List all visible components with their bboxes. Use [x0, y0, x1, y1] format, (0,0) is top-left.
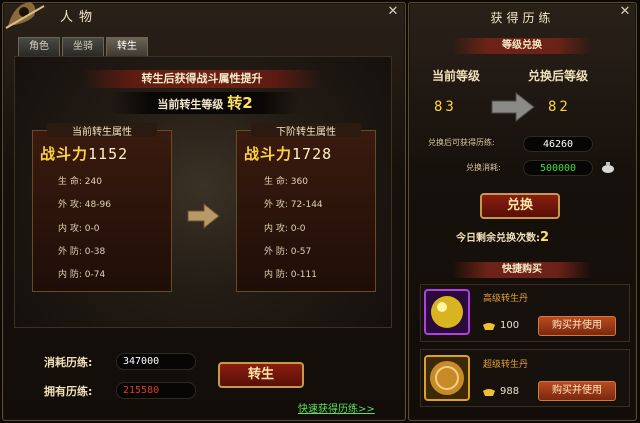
- stat-label: 内 防: [264, 270, 285, 280]
- stat-row: 外 攻: 48-96: [58, 197, 111, 210]
- gold-ingot-icon: [483, 389, 495, 396]
- quick-gain-link[interactable]: 快速获得历练>>: [298, 400, 375, 415]
- stat-row: 外 防: 0-38: [58, 244, 105, 257]
- stat-value: 0-57: [290, 247, 312, 257]
- after-level-value: 82: [548, 99, 571, 115]
- stat-value: 240: [84, 177, 102, 187]
- remaining-row: 今日剩余兑换次数:2: [456, 229, 549, 245]
- after-level-label: 兑换后等级: [528, 69, 589, 83]
- stat-label: 生 命: [58, 177, 79, 187]
- current-level-label: 当前等级: [432, 69, 481, 83]
- stat-row: 内 攻: 0-0: [264, 221, 305, 234]
- next-power: 战斗力1728: [244, 143, 332, 164]
- stat-value: 360: [290, 177, 308, 187]
- cost-value: 347000: [116, 353, 196, 370]
- owned-label: 拥有历练:: [44, 385, 93, 398]
- tab-character[interactable]: 角色: [18, 37, 60, 56]
- current-rebirth-value: 2: [242, 94, 253, 112]
- tab-mount[interactable]: 坐骑: [62, 37, 104, 56]
- exchange-cost-value: 500000: [523, 160, 593, 176]
- stat-label: 外 防: [264, 247, 285, 257]
- stat-value: 0-38: [84, 247, 106, 257]
- stat-row: 内 攻: 0-0: [58, 221, 99, 234]
- stat-label: 内 防: [58, 270, 79, 280]
- stat-row: 内 防: 0-74: [58, 267, 105, 280]
- current-rebirth-label: 当前转生等级: [157, 98, 224, 111]
- current-rebirth-level: 当前转生等级 转2: [110, 92, 300, 114]
- arrow-right-icon: [491, 92, 535, 122]
- stat-label: 外 攻: [58, 200, 79, 210]
- remaining-value: 2: [540, 230, 550, 245]
- current-power: 战斗力1152: [40, 143, 128, 164]
- stat-row: 生 命: 240: [58, 174, 102, 187]
- current-rebirth-prefix: 转: [227, 94, 243, 112]
- buy-and-use-button[interactable]: 购买并使用: [538, 381, 616, 401]
- stat-value: 0-74: [84, 270, 106, 280]
- quick-buy-header: 快捷购买: [452, 262, 592, 278]
- window-title: 人物: [60, 10, 99, 25]
- current-attrs-header: 当前转生属性: [47, 123, 157, 138]
- teapot-icon: [602, 162, 614, 173]
- gold-ingot-icon: [483, 323, 495, 330]
- stat-row: 生 命: 360: [264, 174, 308, 187]
- character-portrait-icon: [5, 2, 45, 29]
- current-level-value: 83: [434, 99, 457, 115]
- gain-label: 兑换后可获得历练:: [428, 138, 495, 147]
- stat-label: 外 攻: [264, 200, 285, 210]
- owned-value: 215580: [116, 382, 196, 399]
- stat-label: 内 攻: [264, 224, 285, 234]
- golden-disc-icon: [424, 355, 470, 401]
- stat-value: 0-0: [84, 224, 100, 234]
- item-name: 高级转生丹: [483, 294, 529, 304]
- stat-row: 内 防: 0-111: [264, 267, 317, 280]
- item-price: 988: [500, 386, 520, 397]
- exchange-button[interactable]: 兑换: [480, 193, 560, 219]
- tab-rebirth[interactable]: 转生: [106, 37, 148, 56]
- exchange-cost-label: 兑换消耗:: [466, 163, 501, 172]
- power-value: 1728: [292, 145, 333, 163]
- stat-row: 外 防: 0-57: [264, 244, 311, 257]
- remaining-label: 今日剩余兑换次数:: [456, 233, 540, 244]
- stat-value: 0-111: [290, 270, 317, 280]
- gain-value: 46260: [523, 136, 593, 152]
- cost-label: 消耗历练:: [44, 356, 93, 369]
- power-label: 战斗力: [40, 145, 89, 163]
- stat-label: 内 攻: [58, 224, 79, 234]
- purple-orb-icon: [424, 289, 470, 335]
- stat-value: 72-144: [290, 200, 323, 210]
- exchange-window-title: 获得历练: [490, 11, 555, 25]
- stat-value: 48-96: [84, 200, 111, 210]
- close-icon[interactable]: ✕: [618, 5, 632, 19]
- stat-label: 生 命: [264, 177, 285, 187]
- stat-row: 外 攻: 72-144: [264, 197, 323, 210]
- item-price: 100: [500, 320, 520, 331]
- arrow-right-icon: [187, 203, 220, 229]
- next-attrs-header: 下阶转生属性: [251, 123, 361, 138]
- level-exchange-header: 等级兑换: [452, 38, 592, 54]
- close-icon[interactable]: ✕: [386, 5, 400, 19]
- power-label: 战斗力: [244, 145, 293, 163]
- stat-value: 0-0: [290, 224, 306, 234]
- rebirth-button[interactable]: 转生: [218, 362, 304, 388]
- power-value: 1152: [88, 145, 129, 163]
- item-name: 超级转生丹: [483, 360, 529, 370]
- tab-bar: 角色 坐骑 转生: [18, 37, 148, 56]
- buy-and-use-button[interactable]: 购买并使用: [538, 316, 616, 336]
- stat-label: 外 防: [58, 247, 79, 257]
- rebirth-banner: 转生后获得战斗属性提升: [82, 70, 322, 88]
